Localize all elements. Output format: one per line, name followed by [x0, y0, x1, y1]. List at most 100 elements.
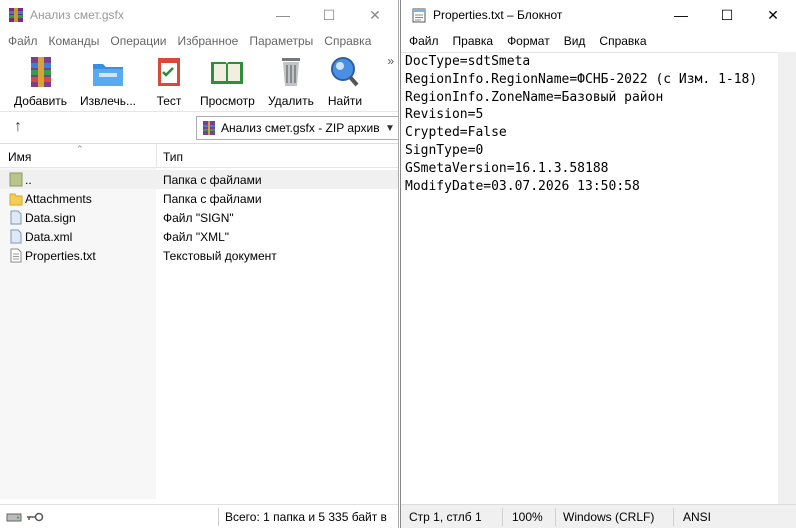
maximize-icon[interactable]: ☐: [306, 0, 352, 30]
file-row-parent[interactable]: .. Папка с файлами: [0, 170, 398, 189]
archive-path-combo[interactable]: Анализ смет.gsfx - ZIP архив ▼: [196, 116, 399, 140]
file-name: Data.sign: [25, 211, 76, 225]
menu-help[interactable]: Справка: [320, 34, 375, 48]
file-row-properties[interactable]: Properties.txt Текстовый документ: [0, 246, 398, 265]
status-divider: [673, 508, 674, 526]
status-divider: [218, 508, 219, 526]
test-clipboard-icon: [158, 58, 180, 86]
menu-format[interactable]: Формат: [507, 34, 550, 48]
drive-icon[interactable]: [6, 510, 22, 524]
extract-folder-icon: [93, 64, 123, 86]
file-icon: [10, 229, 22, 244]
notepad-text-area[interactable]: DocType=sdtSmeta RegionInfo.RegionName=Ф…: [401, 52, 779, 504]
file-name: Attachments: [25, 192, 92, 206]
file-type: Файл "SIGN": [163, 211, 234, 225]
close-icon[interactable]: ✕: [750, 0, 796, 30]
file-list-header: Имя ⌃ Тип: [0, 144, 398, 168]
text-line: DocType=sdtSmeta: [405, 54, 531, 69]
magnifier-icon: [331, 57, 359, 87]
file-row-attachments[interactable]: Attachments Папка с файлами: [0, 189, 398, 208]
folder-up-icon: [9, 172, 23, 187]
add-button-label: Добавить: [14, 94, 68, 108]
file-type: Текстовый документ: [163, 249, 277, 263]
column-divider[interactable]: [156, 144, 157, 168]
line-ending: Windows (CRLF): [563, 510, 655, 524]
delete-button[interactable]: Удалить: [268, 54, 314, 108]
winrar-statusbar: Всего: 1 папка и 5 335 байт в: [0, 504, 398, 528]
column-type-header[interactable]: Тип: [163, 150, 183, 164]
delete-button-label: Удалить: [268, 94, 314, 108]
toolbar-overflow-icon[interactable]: »: [387, 54, 394, 68]
file-type: Папка с файлами: [163, 192, 262, 206]
notepad-menubar: Файл Правка Формат Вид Справка: [401, 30, 796, 52]
notepad-lines: DocType=sdtSmeta RegionInfo.RegionName=Ф…: [401, 53, 757, 195]
minimize-icon[interactable]: —: [260, 0, 306, 30]
text-line: ModifyDate=03.07.2026 13:50:58: [405, 178, 640, 194]
menu-options[interactable]: Параметры: [245, 34, 317, 48]
close-icon[interactable]: ✕: [352, 0, 398, 30]
notepad-titlebar[interactable]: Properties.txt – Блокнот — ☐ ✕: [401, 0, 796, 30]
text-line: Revision=5: [405, 107, 484, 123]
encoding: ANSI: [683, 510, 712, 524]
cursor-position: Стр 1, стлб 1: [409, 510, 482, 524]
add-button[interactable]: Добавить: [14, 54, 67, 108]
winrar-status-text: Всего: 1 папка и 5 335 байт в: [225, 510, 387, 524]
zoom-level: 100%: [512, 510, 543, 524]
find-button[interactable]: Найти: [326, 54, 364, 108]
column-name-header[interactable]: Имя: [8, 150, 31, 164]
winrar-addressbar: ↑ Анализ смет.gsfx - ZIP архив ▼: [0, 112, 399, 144]
notepad-statusbar: Стр 1, стлб 1 100% Windows (CRLF) ANSI: [401, 504, 796, 528]
sort-ascending-icon: ⌃: [76, 144, 84, 154]
desktop: Анализ смет.gsfx — ☐ ✕ Файл Команды Опер…: [0, 0, 796, 528]
vertical-scrollbar[interactable]: [778, 52, 796, 504]
status-divider: [555, 508, 556, 526]
file-name: Properties.txt: [25, 249, 96, 263]
test-button[interactable]: Тест: [150, 54, 188, 108]
menu-commands[interactable]: Команды: [45, 34, 104, 48]
menu-help[interactable]: Справка: [599, 34, 646, 48]
file-type: Папка с файлами: [163, 173, 262, 187]
file-icon: [10, 210, 22, 225]
trash-icon: [281, 58, 300, 86]
file-name: Data.xml: [25, 230, 73, 244]
view-button[interactable]: Просмотр: [200, 54, 255, 108]
key-icon[interactable]: [26, 510, 44, 524]
notepad-title: Properties.txt – Блокнот: [433, 8, 563, 22]
winrar-menubar: Файл Команды Операции Избранное Параметр…: [0, 30, 398, 52]
view-button-label: Просмотр: [200, 94, 255, 108]
winrar-window: Анализ смет.gsfx — ☐ ✕ Файл Команды Опер…: [0, 0, 399, 528]
menu-edit[interactable]: Правка: [453, 34, 494, 48]
file-row-data-sign[interactable]: Data.sign Файл "SIGN": [0, 208, 398, 227]
menu-file[interactable]: Файл: [409, 34, 439, 48]
menu-operations[interactable]: Операции: [106, 34, 170, 48]
file-name: ..: [25, 173, 32, 187]
folder-icon: [9, 193, 23, 206]
archive-path-text: Анализ смет.gsfx - ZIP архив: [221, 121, 380, 135]
extract-button-label: Извлечь...: [80, 94, 137, 108]
notepad-app-icon: [412, 8, 426, 23]
chevron-down-icon[interactable]: ▼: [382, 123, 398, 134]
text-line: GSmetaVersion=16.1.3.58188: [405, 160, 609, 176]
file-list: .. Папка с файлами Attachments Папка с ф…: [0, 168, 398, 499]
menu-file[interactable]: Файл: [4, 34, 42, 48]
text-line: RegionInfo.RegionName=ФСНБ-2022 (с Изм. …: [405, 71, 758, 87]
text-line: Crypted=False: [405, 125, 507, 141]
extract-button[interactable]: Извлечь...: [80, 54, 136, 108]
file-row-data-xml[interactable]: Data.xml Файл "XML": [0, 227, 398, 246]
test-button-label: Тест: [156, 94, 182, 108]
text-file-icon: [10, 248, 22, 263]
menu-favorites[interactable]: Избранное: [174, 34, 243, 48]
add-archive-icon: [30, 57, 51, 87]
archive-icon: [203, 121, 215, 135]
file-type: Файл "XML": [163, 230, 230, 244]
maximize-icon[interactable]: ☐: [704, 0, 750, 30]
notepad-window: Properties.txt – Блокнот — ☐ ✕ Файл Прав…: [400, 0, 796, 528]
menu-view[interactable]: Вид: [564, 34, 586, 48]
winrar-titlebar[interactable]: Анализ смет.gsfx — ☐ ✕: [0, 0, 398, 30]
winrar-toolbar: Добавить Извлечь... Тест Просмотр Удалит…: [0, 52, 398, 112]
text-line: RegionInfo.ZoneName=Базовый район: [405, 89, 664, 105]
up-folder-icon[interactable]: ↑: [14, 118, 22, 136]
text-line: SignType=0: [405, 142, 484, 158]
minimize-icon[interactable]: —: [658, 0, 704, 30]
status-divider: [502, 508, 503, 526]
